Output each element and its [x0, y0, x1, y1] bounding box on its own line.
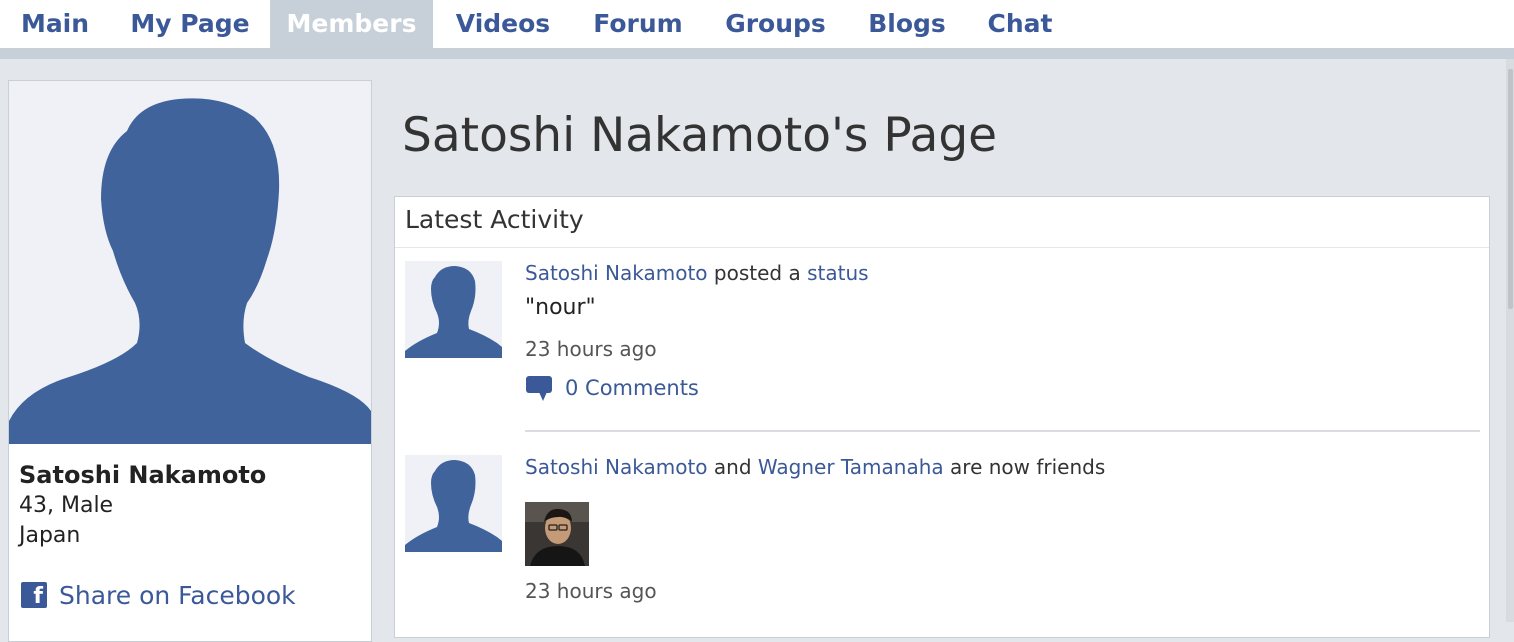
- page-title: Satoshi Nakamoto's Page: [402, 108, 998, 163]
- friend-avatar[interactable]: [525, 502, 589, 566]
- tab-groups[interactable]: Groups: [703, 0, 848, 48]
- status-link[interactable]: status: [807, 261, 868, 285]
- actor-link[interactable]: Satoshi Nakamoto: [525, 261, 708, 285]
- activity-text: Satoshi Nakamoto posted a status: [525, 261, 869, 285]
- profile-name: Satoshi Nakamoto: [19, 461, 267, 489]
- activity-tail: are now friends: [943, 455, 1106, 479]
- activity-joiner: and: [707, 455, 758, 479]
- activity-avatar[interactable]: [405, 455, 502, 552]
- tab-videos[interactable]: Videos: [433, 0, 573, 48]
- share-on-facebook-link[interactable]: f Share on Facebook: [21, 579, 296, 611]
- activity-text: Satoshi Nakamoto and Wagner Tamanaha are…: [525, 455, 1105, 479]
- activity-timestamp: 23 hours ago: [525, 579, 657, 603]
- activity-avatar[interactable]: [405, 261, 502, 358]
- profile-info: Satoshi Nakamoto 43, Male Japan: [19, 459, 266, 551]
- actor-link[interactable]: Satoshi Nakamoto: [525, 455, 708, 479]
- top-nav: Main My Page Members Videos Forum Groups…: [0, 0, 1514, 48]
- activity-title: Latest Activity: [405, 205, 584, 234]
- tab-forum[interactable]: Forum: [573, 0, 703, 48]
- nav-divider: [0, 48, 1514, 59]
- default-silhouette-icon: [9, 81, 371, 444]
- profile-avatar[interactable]: [9, 81, 371, 444]
- tab-blogs[interactable]: Blogs: [848, 0, 966, 48]
- scrollbar-thumb[interactable]: [1508, 69, 1513, 309]
- facebook-icon: f: [21, 582, 47, 608]
- profile-age-gender: 43, Male: [19, 493, 114, 518]
- activity-header: Latest Activity: [395, 197, 1489, 248]
- activity-verb: posted a: [707, 261, 808, 285]
- default-silhouette-icon: [405, 261, 502, 358]
- comments-count: 0 Comments: [565, 376, 699, 400]
- tab-my-page[interactable]: My Page: [110, 0, 270, 48]
- latest-activity-panel: Latest Activity Satoshi Nakamoto posted …: [394, 196, 1490, 638]
- tab-chat[interactable]: Chat: [966, 0, 1074, 48]
- share-label: Share on Facebook: [59, 580, 296, 610]
- speech-bubble-icon: [526, 376, 552, 401]
- friend-photo: [525, 502, 589, 566]
- scrollbar[interactable]: [1506, 59, 1514, 622]
- tab-members[interactable]: Members: [270, 0, 433, 48]
- activity-divider: [525, 430, 1480, 432]
- friend-link[interactable]: Wagner Tamanaha: [758, 455, 944, 479]
- tab-main[interactable]: Main: [0, 0, 110, 48]
- comments-link[interactable]: 0 Comments: [525, 375, 699, 401]
- profile-sidebar: Satoshi Nakamoto 43, Male Japan f Share …: [8, 80, 372, 642]
- status-text: "nour": [525, 295, 596, 320]
- activity-timestamp: 23 hours ago: [525, 337, 657, 361]
- profile-location: Japan: [19, 523, 81, 548]
- default-silhouette-icon: [405, 455, 502, 552]
